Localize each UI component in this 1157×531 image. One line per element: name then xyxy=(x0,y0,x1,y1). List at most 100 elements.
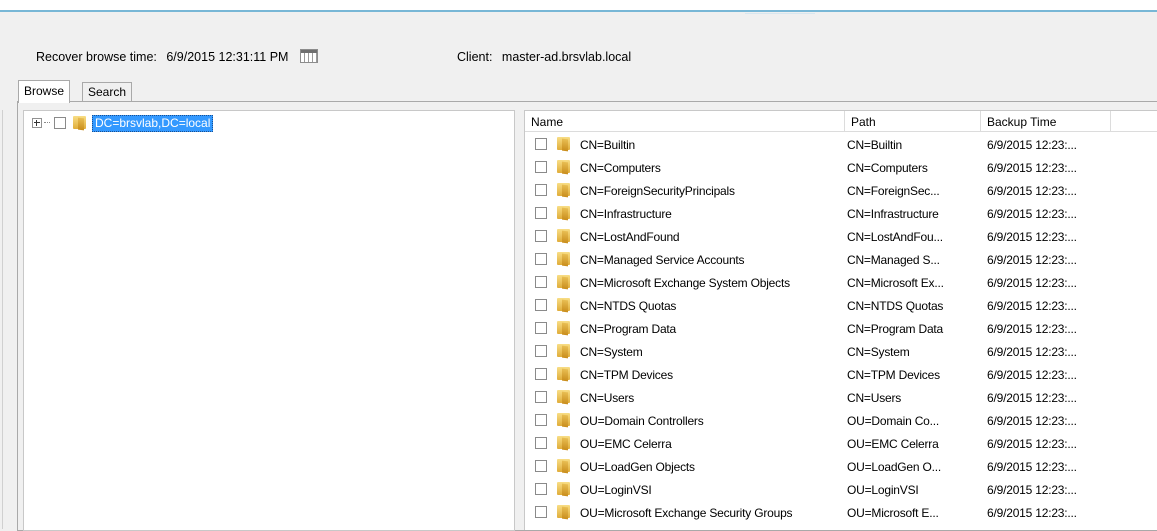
expand-icon[interactable] xyxy=(32,118,42,128)
table-row[interactable]: CN=NTDS Quotas CN=NTDS Quotas 6/9/2015 12:… xyxy=(525,293,1157,316)
row-path: CN=NTDS Quotas xyxy=(847,299,944,313)
calendar-icon[interactable] xyxy=(299,48,318,63)
row-name: OU=Microsoft Exchange Security Groups xyxy=(580,506,793,520)
row-name: CN=Users xyxy=(580,391,635,405)
folder-icon xyxy=(556,137,572,152)
row-checkbox[interactable] xyxy=(535,414,547,426)
folder-icon xyxy=(556,183,572,198)
row-backup-time: 6/9/2015 12:23:... xyxy=(987,253,1077,267)
row-name: CN=NTDS Quotas xyxy=(580,299,677,313)
table-row[interactable]: CN=Infrastructure CN=Infrastructure 6/9/20… xyxy=(525,201,1157,224)
folder-icon xyxy=(556,367,572,382)
table-row[interactable]: CN=Computers CN=Computers 6/9/2015 12:23:.… xyxy=(525,155,1157,178)
folder-icon xyxy=(72,116,88,131)
row-backup-time: 6/9/2015 12:23:... xyxy=(987,207,1077,221)
row-checkbox[interactable] xyxy=(535,207,547,219)
tree-pane[interactable]: DC=brsvlab,DC=local xyxy=(23,110,515,531)
row-path: OU=LoginVSI xyxy=(847,483,919,497)
row-name: CN=ForeignSecurityPrincipals xyxy=(580,184,735,198)
row-checkbox[interactable] xyxy=(535,506,547,518)
row-checkbox[interactable] xyxy=(535,253,547,265)
list-header: Name Path Backup Time xyxy=(525,111,1157,132)
row-checkbox[interactable] xyxy=(535,161,547,173)
table-row[interactable]: CN=ForeignSecurityPrincipals CN=ForeignSe… xyxy=(525,178,1157,201)
row-backup-time: 6/9/2015 12:23:... xyxy=(987,391,1077,405)
row-path: OU=EMC Celerra xyxy=(847,437,939,451)
table-row[interactable]: CN=Managed Service Accounts CN=Managed S.… xyxy=(525,247,1157,270)
tree-root-checkbox[interactable] xyxy=(54,117,66,129)
table-row[interactable]: CN=Microsoft Exchange System Objects CN=M… xyxy=(525,270,1157,293)
column-header-path[interactable]: Path xyxy=(845,111,981,131)
row-name: OU=Domain Controllers xyxy=(580,414,704,428)
column-header-backup-time[interactable]: Backup Time xyxy=(981,111,1111,131)
row-name: CN=Infrastructure xyxy=(580,207,672,221)
row-name: CN=Program Data xyxy=(580,322,677,336)
row-path: CN=TPM Devices xyxy=(847,368,940,382)
table-row[interactable]: OU=LoginVSI OU=LoginVSI 6/9/2015 12:23:... xyxy=(525,477,1157,500)
table-row[interactable]: CN=Builtin CN=Builtin 6/9/2015 12:23:... xyxy=(525,132,1157,155)
table-row[interactable]: CN=LostAndFound CN=LostAndFou... 6/9/2015 … xyxy=(525,224,1157,247)
table-row[interactable]: OU=Domain Controllers OU=Domain Co... 6/9/… xyxy=(525,408,1157,431)
folder-icon xyxy=(556,505,572,520)
tree-root-node[interactable]: DC=brsvlab,DC=local xyxy=(32,114,214,132)
tree-connector xyxy=(44,122,50,124)
recover-browse-time: Recover browse time: 6/9/2015 12:31:11 P… xyxy=(36,48,318,65)
row-backup-time: 6/9/2015 12:23:... xyxy=(987,483,1077,497)
folder-icon xyxy=(556,298,572,313)
row-checkbox[interactable] xyxy=(535,460,547,472)
row-checkbox[interactable] xyxy=(535,345,547,357)
folder-icon xyxy=(556,482,572,497)
tab-browse[interactable]: Browse xyxy=(18,80,71,103)
client-value: master-ad.brsvlab.local xyxy=(501,50,632,64)
table-row[interactable]: CN=Users CN=Users 6/9/2015 12:23:... xyxy=(525,385,1157,408)
row-backup-time: 6/9/2015 12:23:... xyxy=(987,322,1077,336)
row-name: OU=LoadGen Objects xyxy=(580,460,695,474)
row-checkbox[interactable] xyxy=(535,391,547,403)
row-checkbox[interactable] xyxy=(535,230,547,242)
row-name: CN=Builtin xyxy=(580,138,636,152)
folder-icon xyxy=(556,252,572,267)
table-row[interactable]: OU=Microsoft Exchange Security Groups OU=… xyxy=(525,500,1157,523)
folder-icon xyxy=(556,160,572,175)
folder-icon xyxy=(556,390,572,405)
tree-root-label[interactable]: DC=brsvlab,DC=local xyxy=(92,114,214,132)
row-path: CN=Users xyxy=(847,391,902,405)
row-path: OU=LoadGen O... xyxy=(847,460,942,474)
row-checkbox[interactable] xyxy=(535,368,547,380)
table-row[interactable]: OU=LoadGen Objects OU=LoadGen O... 6/9/201… xyxy=(525,454,1157,477)
row-name: CN=Computers xyxy=(580,161,661,175)
folder-icon xyxy=(556,459,572,474)
row-backup-time: 6/9/2015 12:23:... xyxy=(987,368,1077,382)
row-checkbox[interactable] xyxy=(535,437,547,449)
row-path: CN=Managed S... xyxy=(847,253,940,267)
row-checkbox[interactable] xyxy=(535,276,547,288)
folder-icon xyxy=(556,436,572,451)
folder-icon xyxy=(556,344,572,359)
row-name: CN=LostAndFound xyxy=(580,230,680,244)
window-top-strip xyxy=(0,0,1157,14)
table-row[interactable]: CN=System CN=System 6/9/2015 12:23:... xyxy=(525,339,1157,362)
row-checkbox[interactable] xyxy=(535,138,547,150)
row-checkbox[interactable] xyxy=(535,322,547,334)
row-path: CN=Program Data xyxy=(847,322,944,336)
row-backup-time: 6/9/2015 12:23:... xyxy=(987,138,1077,152)
table-row[interactable]: CN=TPM Devices CN=TPM Devices 6/9/2015 12:… xyxy=(525,362,1157,385)
folder-icon xyxy=(556,321,572,336)
row-name: CN=Microsoft Exchange System Objects xyxy=(580,276,790,290)
row-path: CN=Microsoft Ex... xyxy=(847,276,944,290)
row-checkbox[interactable] xyxy=(535,483,547,495)
table-row[interactable]: CN=Program Data CN=Program Data 6/9/2015 1… xyxy=(525,316,1157,339)
table-row[interactable]: OU=EMC Celerra OU=EMC Celerra 6/9/2015 12:… xyxy=(525,431,1157,454)
folder-icon xyxy=(556,413,572,428)
row-checkbox[interactable] xyxy=(535,184,547,196)
row-path: CN=ForeignSec... xyxy=(847,184,940,198)
column-header-name[interactable]: Name xyxy=(525,111,845,131)
row-backup-time: 6/9/2015 12:23:... xyxy=(987,299,1077,313)
tab-search[interactable]: Search xyxy=(82,82,133,102)
divider xyxy=(745,13,815,14)
row-path: CN=LostAndFou... xyxy=(847,230,943,244)
row-checkbox[interactable] xyxy=(535,299,547,311)
row-name: OU=EMC Celerra xyxy=(580,437,672,451)
client-info: Client: master-ad.brsvlab.local xyxy=(457,50,631,64)
recover-browse-time-label: Recover browse time: xyxy=(36,50,157,64)
